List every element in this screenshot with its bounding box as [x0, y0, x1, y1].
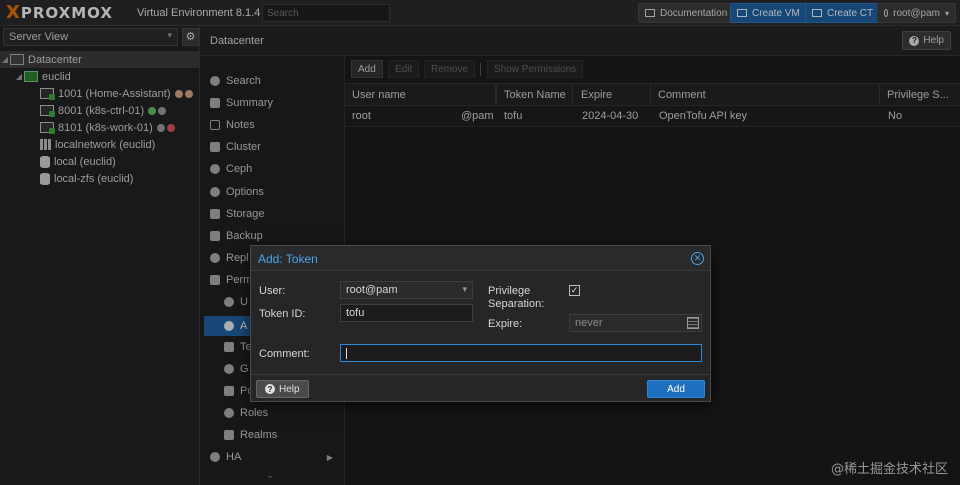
user-label: User: — [259, 285, 286, 297]
text-caret — [346, 347, 347, 359]
expire-datefield[interactable]: never — [569, 314, 702, 332]
token-id-label: Token ID: — [259, 308, 306, 320]
close-icon[interactable]: ✕ — [691, 252, 704, 265]
dialog-title: Add: Token — [258, 252, 318, 266]
user-value: root@pam — [346, 284, 398, 296]
privsep-label-line1: Privilege — [488, 285, 531, 297]
chevron-down-icon: ▾ — [462, 284, 467, 294]
help-icon: ? — [265, 384, 275, 394]
dialog-add-button[interactable]: Add — [647, 380, 705, 398]
modal-overlay — [0, 0, 960, 485]
privsep-checkbox[interactable]: ✓ — [569, 285, 580, 296]
privsep-label-line2: Separation: — [488, 298, 545, 310]
comment-label: Comment: — [259, 348, 310, 360]
calendar-icon[interactable] — [687, 317, 699, 329]
dialog-header: Add: Token ✕ — [251, 246, 710, 271]
comment-input[interactable] — [340, 344, 702, 362]
dialog-footer: ? Help Add — [251, 374, 710, 401]
watermark: @稀土掘金技术社区 — [830, 462, 948, 477]
token-id-input[interactable]: tofu — [340, 304, 473, 322]
expire-value: never — [575, 317, 603, 329]
add-token-dialog: Add: Token ✕ User: root@pam ▾ Token ID: … — [250, 245, 711, 402]
dialog-help-label: Help — [279, 383, 300, 395]
expire-label: Expire: — [488, 318, 523, 330]
user-combobox[interactable]: root@pam ▾ — [340, 281, 473, 299]
dialog-help-button[interactable]: ? Help — [256, 380, 309, 398]
